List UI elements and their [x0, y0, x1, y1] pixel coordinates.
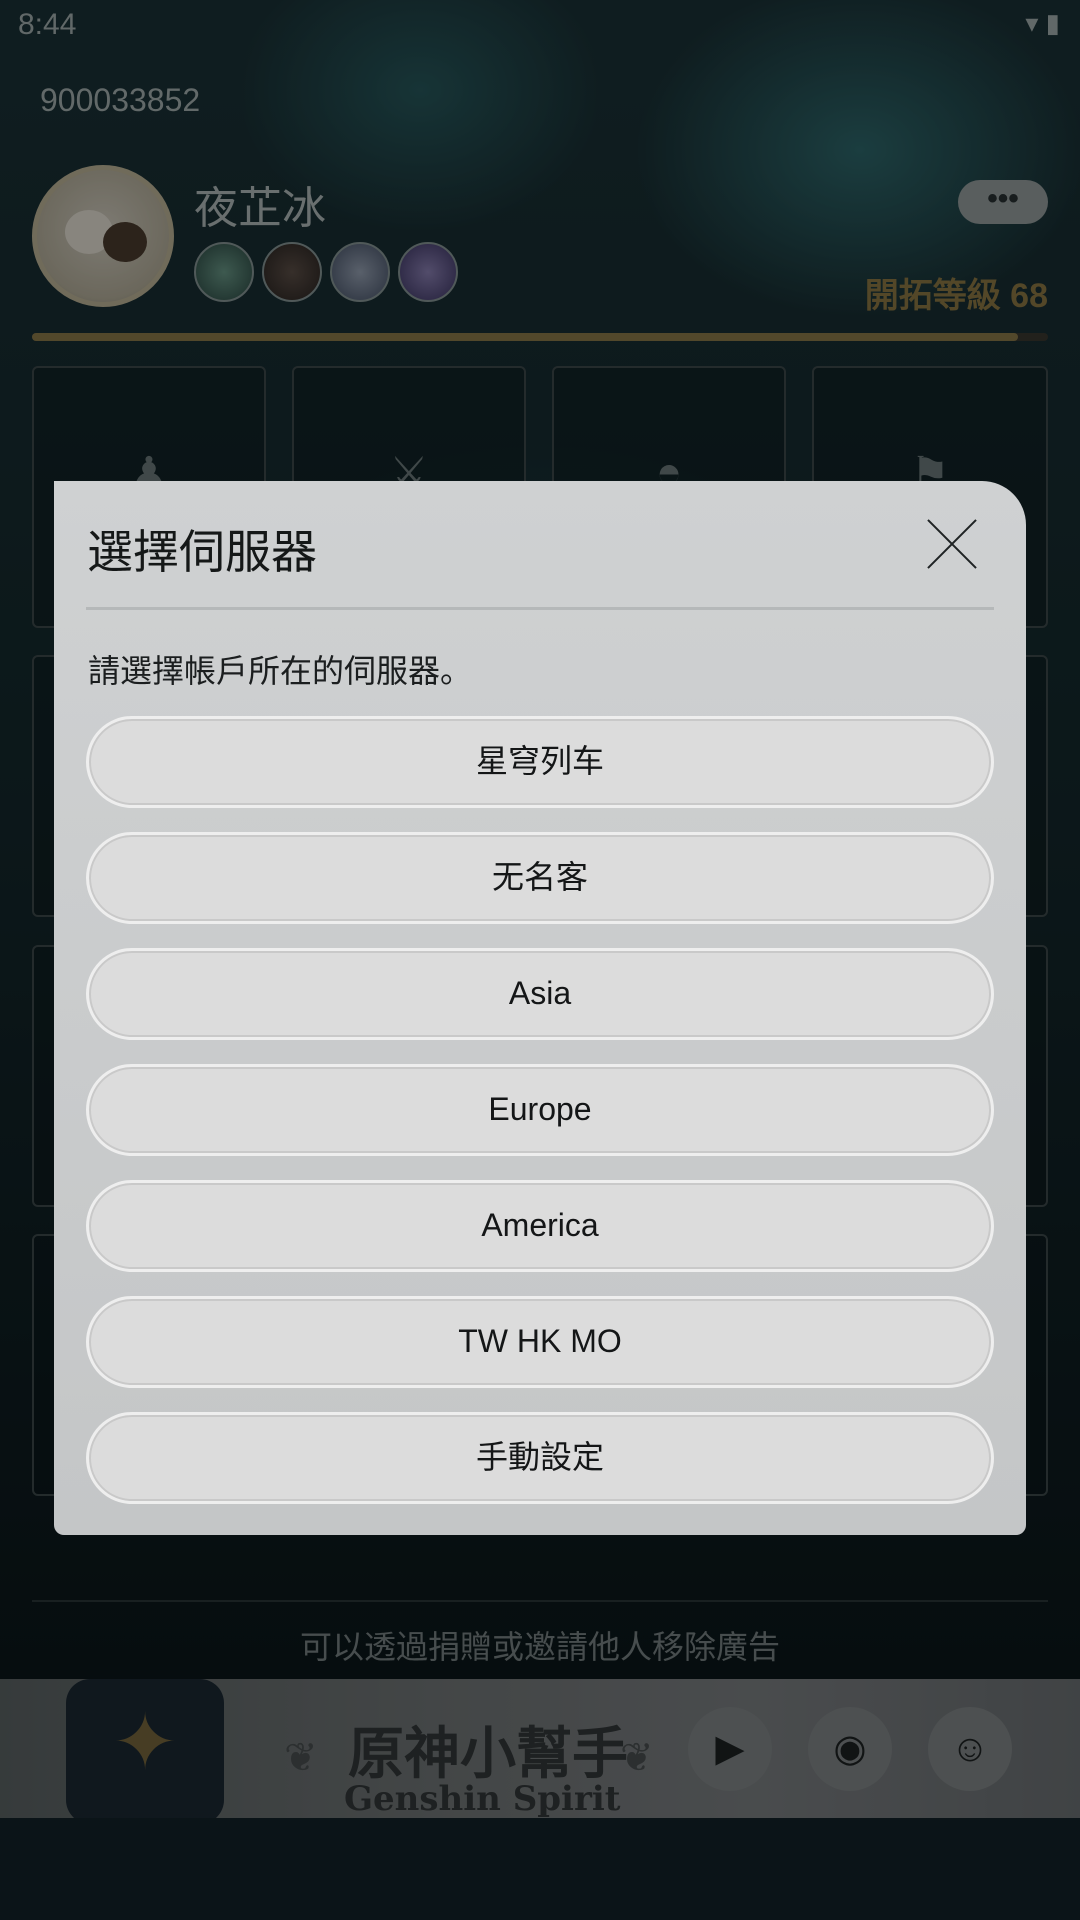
dialog-divider	[86, 607, 994, 610]
server-select-dialog: 選擇伺服器 請選擇帳戶所在的伺服器。 星穹列车 无名客 Asia Europe …	[54, 481, 1026, 1535]
server-option-asia[interactable]: Asia	[86, 948, 994, 1040]
close-icon[interactable]	[924, 516, 980, 572]
dialog-message: 請選擇帳戶所在的伺服器。	[88, 653, 473, 689]
server-option-america[interactable]: America	[86, 1180, 994, 1272]
server-option-nameless[interactable]: 无名客	[86, 832, 994, 924]
server-option-manual[interactable]: 手動設定	[86, 1412, 994, 1504]
dialog-title: 選擇伺服器	[87, 526, 317, 578]
server-option-tw-hk-mo[interactable]: TW HK MO	[86, 1296, 994, 1388]
server-option-star-rail[interactable]: 星穹列车	[86, 716, 994, 808]
server-option-europe[interactable]: Europe	[86, 1064, 994, 1156]
